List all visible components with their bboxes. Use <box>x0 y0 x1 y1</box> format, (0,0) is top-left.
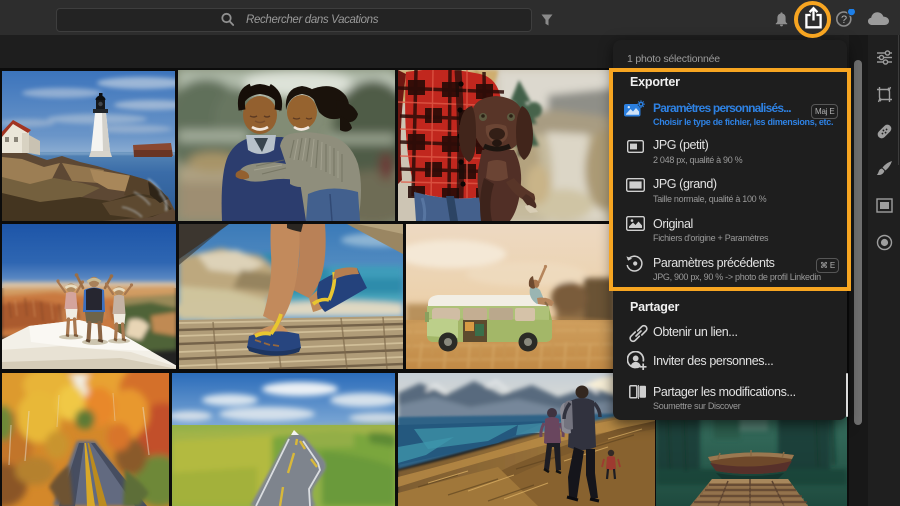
svg-text:?: ? <box>841 14 847 26</box>
